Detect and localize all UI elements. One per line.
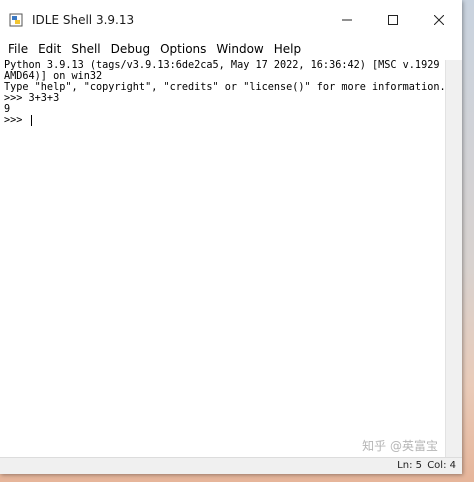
minimize-icon [342, 19, 352, 21]
status-column-number: Col: 4 [427, 460, 456, 471]
shell-input-line: >>> 3+3+3 [4, 93, 60, 104]
maximize-button[interactable] [370, 0, 416, 40]
shell-prompt-line[interactable]: >>> [4, 115, 444, 126]
status-bar: Ln: 5 Col: 4 [0, 457, 462, 474]
idle-app-icon [8, 12, 24, 28]
close-icon [434, 15, 444, 25]
menu-bar: File Edit Shell Debug Options Window Hel… [0, 40, 462, 58]
menu-debug[interactable]: Debug [107, 40, 154, 58]
menu-help[interactable]: Help [270, 40, 305, 58]
minimize-button[interactable] [324, 0, 370, 40]
shell-banner-line-3: Type "help", "copyright", "credits" or "… [4, 82, 446, 93]
menu-window[interactable]: Window [212, 40, 267, 58]
menu-edit[interactable]: Edit [34, 40, 65, 58]
menu-options[interactable]: Options [156, 40, 210, 58]
shell-banner-line-1: Python 3.9.13 (tags/v3.9.13:6de2ca5, May… [4, 60, 462, 71]
watermark-text: 知乎 @英富宝 [362, 439, 438, 453]
vertical-scrollbar[interactable] [445, 60, 462, 458]
shell-text-area[interactable]: Python 3.9.13 (tags/v3.9.13:6de2ca5, May… [2, 60, 462, 458]
maximize-icon [388, 15, 398, 25]
window-title: IDLE Shell 3.9.13 [32, 13, 135, 27]
title-bar[interactable]: IDLE Shell 3.9.13 [0, 0, 462, 40]
shell-banner-line-2: AMD64)] on win32 [4, 71, 103, 82]
menu-shell[interactable]: Shell [67, 40, 104, 58]
shell-prompt: >>> [4, 115, 29, 126]
menu-file[interactable]: File [4, 40, 32, 58]
shell-output-line: 9 [4, 104, 11, 115]
window-controls [324, 0, 462, 40]
idle-shell-window: IDLE Shell 3.9.13 File Edit Shell Debug … [0, 0, 462, 474]
status-line-number: Ln: 5 [397, 460, 422, 471]
text-cursor [30, 115, 32, 126]
close-button[interactable] [416, 0, 462, 40]
